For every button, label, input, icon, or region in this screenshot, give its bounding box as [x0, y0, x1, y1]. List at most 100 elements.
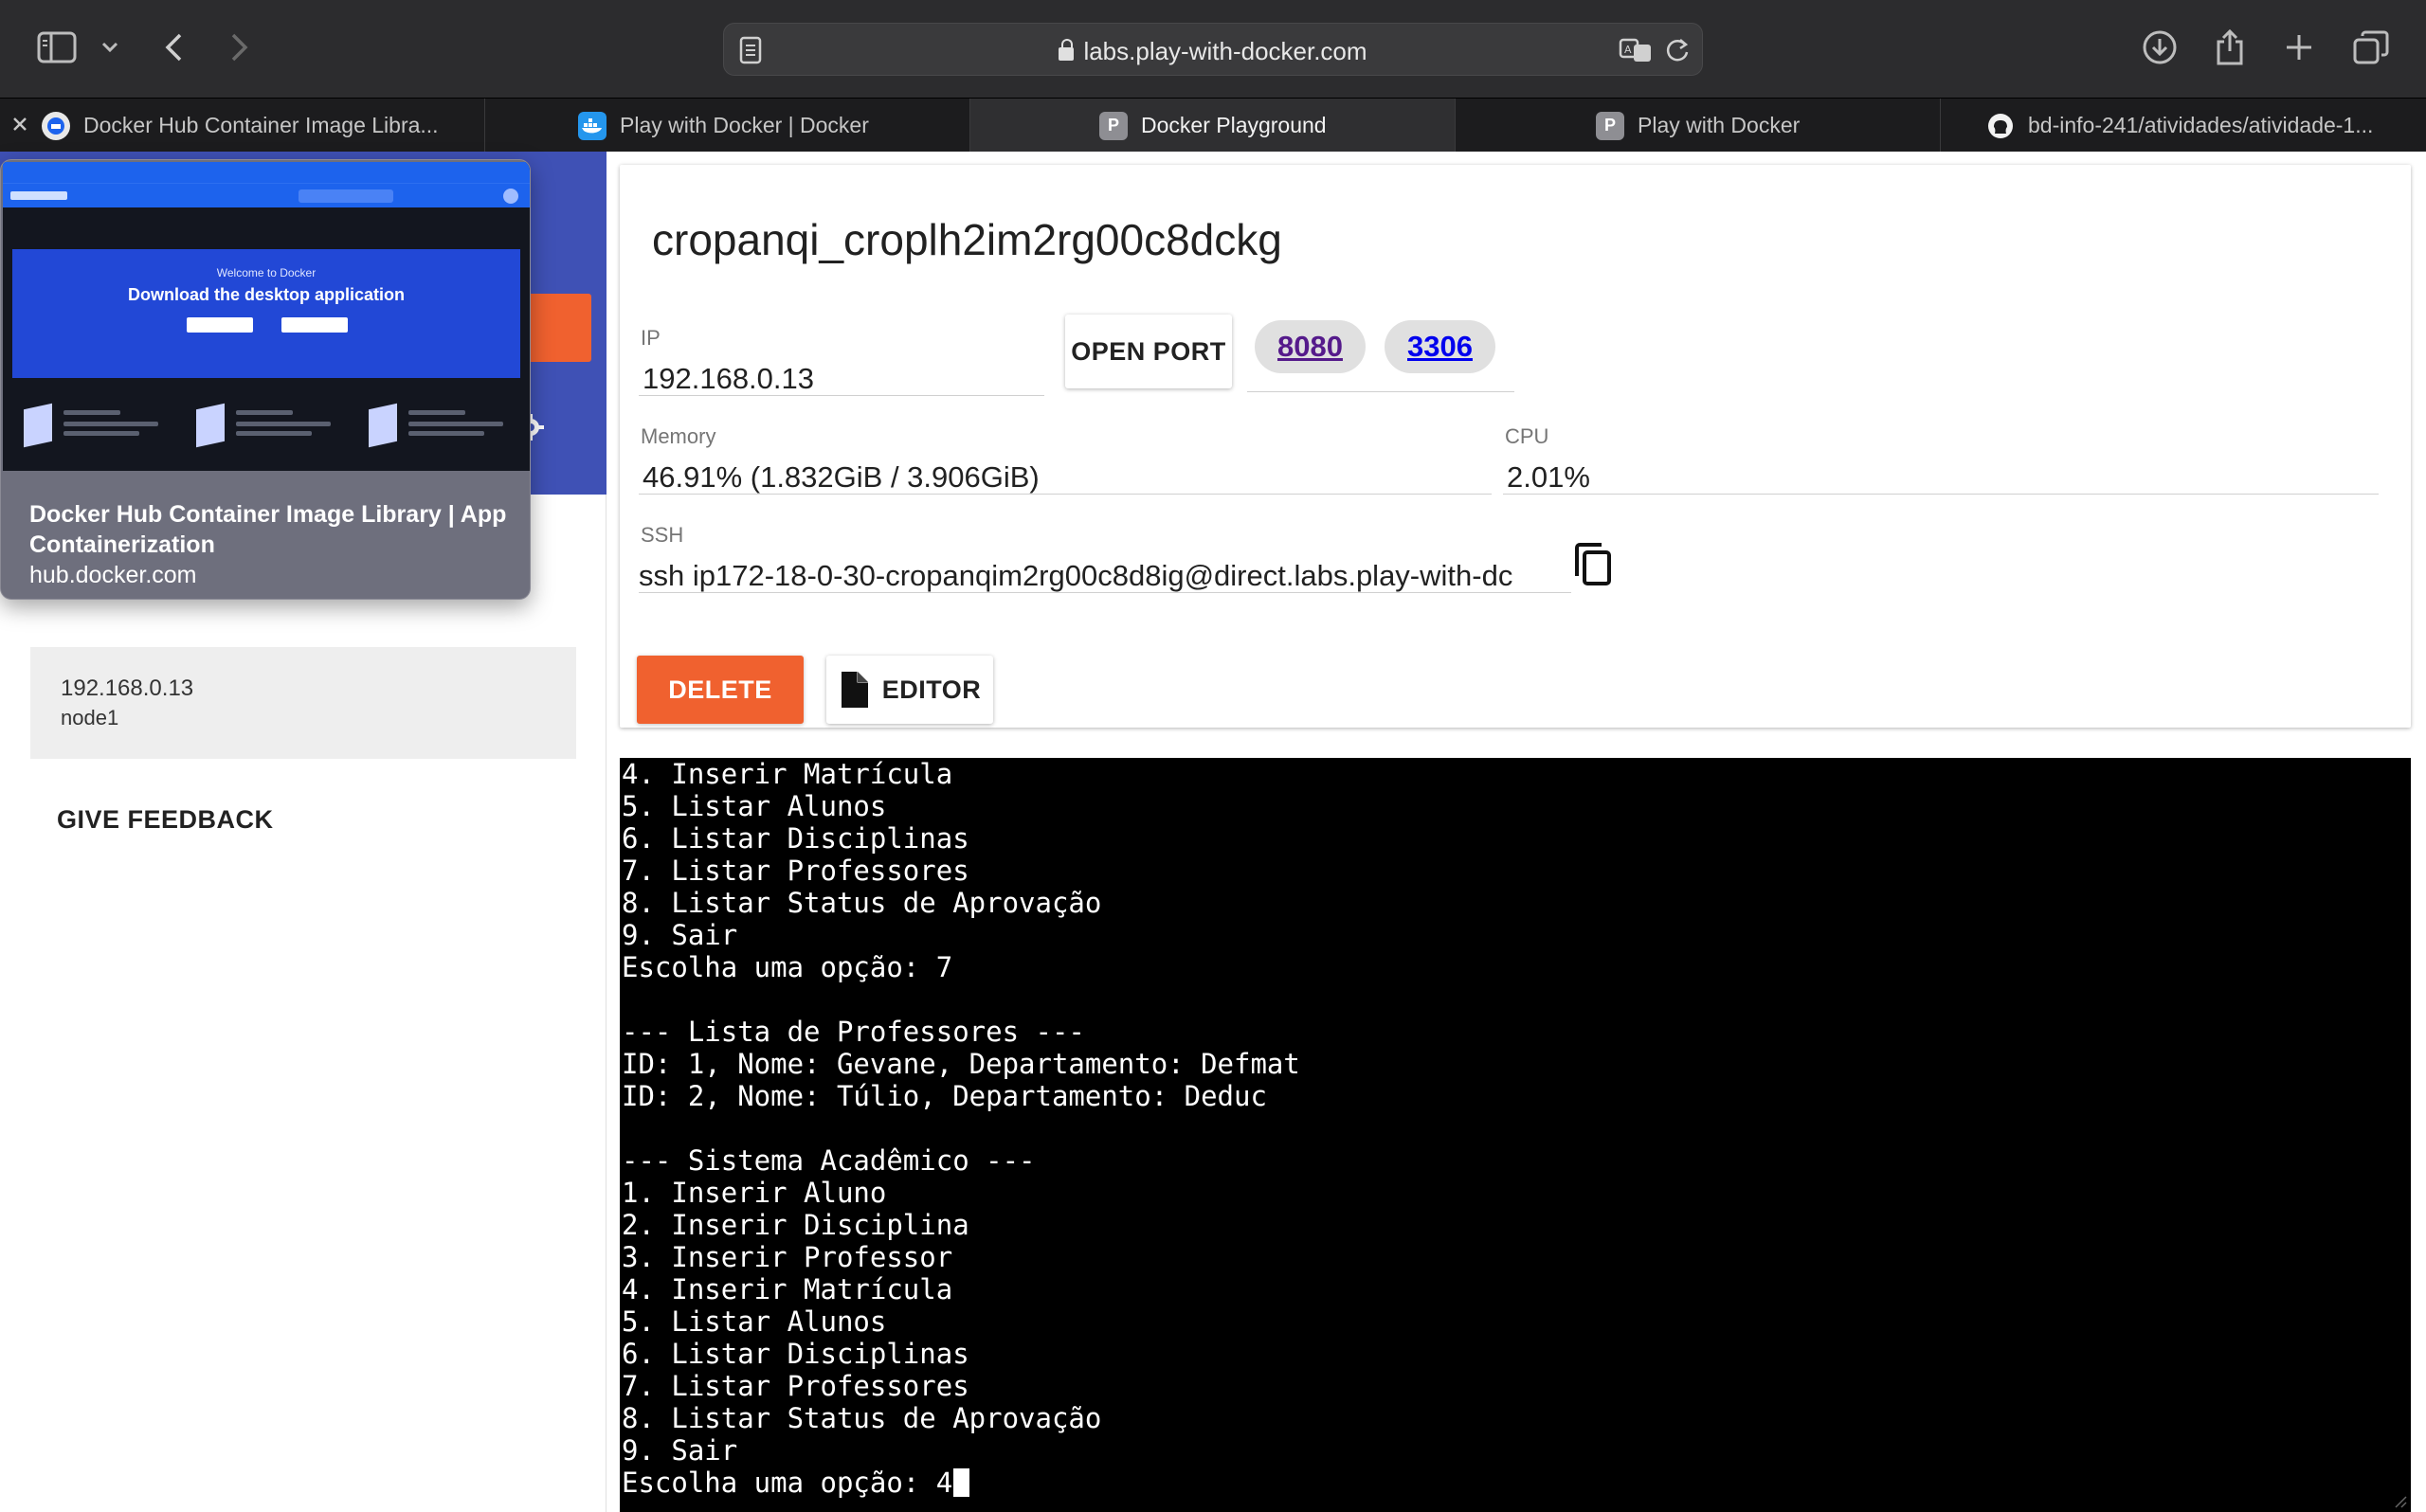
- copy-icon[interactable]: [1573, 542, 1615, 587]
- terminal[interactable]: 4. Inserir Matrícula 5. Listar Alunos 6.…: [620, 758, 2411, 1512]
- ip-field: IP 192.168.0.13: [639, 326, 1044, 396]
- forward-arrow-icon[interactable]: [216, 25, 262, 70]
- back-arrow-icon[interactable]: [152, 25, 197, 70]
- preview-domain: hub.docker.com: [29, 562, 197, 588]
- thumbnail-announcement-bar: [3, 162, 530, 183]
- browser-toolbar: labs.play-with-docker.com A: [0, 0, 2426, 98]
- translate-icon[interactable]: A: [1619, 37, 1657, 68]
- open-port-button[interactable]: OPEN PORT: [1065, 315, 1232, 388]
- cpu-label: CPU: [1505, 424, 1549, 448]
- docker-whale-icon: [578, 111, 606, 140]
- thumbnail-button: [281, 317, 348, 333]
- lock-icon: [1059, 39, 1075, 61]
- close-tab-icon[interactable]: [11, 113, 28, 138]
- sidebar: 192.168.0.13 node1 GIVE FEEDBACK Welcome…: [0, 152, 606, 1512]
- thumbnail-feature-card: [189, 399, 340, 456]
- terminal-line: 7. Listar Professores: [622, 855, 969, 887]
- download-icon[interactable]: [2137, 25, 2182, 70]
- terminal-line: 4. Inserir Matrícula: [622, 1273, 953, 1305]
- thumbnail-nav-bar: [3, 183, 530, 207]
- resize-handle-icon[interactable]: [2392, 1493, 2407, 1508]
- tab-hover-preview: Welcome to Docker Download the desktop a…: [0, 159, 531, 600]
- docker-hub-icon: [42, 111, 70, 140]
- terminal-line: 5. Listar Alunos: [622, 790, 887, 822]
- p-favicon-icon: P: [1099, 111, 1128, 140]
- terminal-line: 9. Sair: [622, 1434, 738, 1467]
- terminal-line: 8. Listar Status de Aprovação: [622, 1402, 1102, 1434]
- file-icon: [841, 672, 868, 708]
- terminal-line: 1. Inserir Aluno: [622, 1177, 887, 1209]
- ssh-field: SSH ssh ip172-18-0-30-cropanqim2rg00c8d8…: [639, 523, 1571, 593]
- terminal-line: 6. Listar Disciplinas: [622, 822, 969, 855]
- tab-title: Docker Hub Container Image Libra...: [83, 113, 439, 137]
- terminal-line: 5. Listar Alunos: [622, 1305, 887, 1338]
- terminal-prompt-text: Escolha uma opção: 4: [622, 1467, 953, 1499]
- terminal-line: 3. Inserir Professor: [622, 1241, 953, 1273]
- thumbnail-welcome-text: Welcome to Docker: [216, 266, 317, 279]
- terminal-line: 4. Inserir Matrícula: [622, 758, 953, 790]
- instance-name: node1: [61, 706, 119, 729]
- ip-value[interactable]: 192.168.0.13: [643, 362, 814, 396]
- thumbnail-headline: Download the desktop application: [127, 285, 406, 304]
- github-icon: [1986, 112, 2015, 140]
- new-tab-plus-icon[interactable]: [2276, 25, 2322, 70]
- terminal-line: ID: 1, Nome: Gevane, Departamento: Defma…: [622, 1048, 1300, 1080]
- terminal-line: 2. Inserir Disciplina: [622, 1209, 969, 1241]
- tab-title: Docker Playground: [1141, 113, 1327, 137]
- terminal-line: 9. Sair: [622, 919, 738, 951]
- address-bar[interactable]: labs.play-with-docker.com A: [723, 23, 1703, 76]
- memory-field: Memory 46.91% (1.832GiB / 3.906GiB): [639, 424, 1492, 495]
- thumbnail-hero-banner: Welcome to Docker Download the desktop a…: [12, 249, 520, 378]
- instance-hostname: cropanqi_croplh2im2rg00c8dckg: [652, 215, 1282, 264]
- preview-thumbnail: Welcome to Docker Download the desktop a…: [3, 162, 530, 471]
- give-feedback-link[interactable]: GIVE FEEDBACK: [57, 805, 274, 835]
- tab-title: Play with Docker: [1638, 113, 1801, 137]
- terminal-line: 6. Listar Disciplinas: [622, 1338, 969, 1370]
- svg-text:A: A: [1624, 44, 1632, 56]
- page: 192.168.0.13 node1 GIVE FEEDBACK Welcome…: [0, 152, 2426, 1512]
- tab-title: bd-info-241/atividades/atividade-1...: [2028, 113, 2374, 137]
- tab-overview-icon[interactable]: [2348, 25, 2394, 70]
- tab-play-with-docker-docker[interactable]: Play with Docker | Docker: [485, 99, 970, 153]
- port-8080-link[interactable]: 8080: [1255, 320, 1366, 373]
- p-favicon-icon: P: [1596, 111, 1624, 140]
- terminal-line: --- Sistema Acadêmico ---: [622, 1144, 1036, 1177]
- ip-label: IP: [641, 326, 661, 350]
- ssh-label: SSH: [641, 523, 684, 547]
- tab-play-with-docker[interactable]: P Play with Docker: [1456, 99, 1941, 153]
- share-icon[interactable]: [2207, 25, 2253, 70]
- terminal-line: 8. Listar Status de Aprovação: [622, 887, 1102, 919]
- thumbnail-feature-card: [16, 399, 168, 456]
- terminal-line: ID: 2, Nome: Túlio, Departamento: Deduc: [622, 1080, 1267, 1112]
- tab-bar: Docker Hub Container Image Libra... Play…: [0, 98, 2426, 153]
- sidebar-toggle-icon[interactable]: [34, 25, 80, 70]
- terminal-line: --- Lista de Professores ---: [622, 1016, 1085, 1048]
- url-label: labs.play-with-docker.com: [1083, 37, 1367, 65]
- url-text: labs.play-with-docker.com: [724, 37, 1702, 66]
- tab-docker-playground[interactable]: P Docker Playground: [970, 99, 1456, 153]
- delete-button[interactable]: DELETE: [637, 656, 804, 724]
- instance-list-item[interactable]: 192.168.0.13 node1: [30, 647, 576, 759]
- thumbnail-feature-card: [361, 399, 513, 456]
- terminal-line: 7. Listar Professores: [622, 1370, 969, 1402]
- thumbnail-button: [187, 317, 253, 333]
- port-3306-link[interactable]: 3306: [1385, 320, 1495, 373]
- tab-title: Play with Docker | Docker: [620, 113, 869, 137]
- memory-value[interactable]: 46.91% (1.832GiB / 3.906GiB): [643, 460, 1040, 495]
- memory-label: Memory: [641, 424, 716, 448]
- ssh-value[interactable]: ssh ip172-18-0-30-cropanqim2rg00c8d8ig@d…: [639, 559, 1571, 593]
- terminal-line: Escolha uma opção: 7: [622, 951, 953, 983]
- preview-title: Docker Hub Container Image Library | App…: [29, 501, 507, 558]
- tab-docker-hub[interactable]: Docker Hub Container Image Libra...: [0, 99, 485, 153]
- cpu-value[interactable]: 2.01%: [1507, 460, 1590, 495]
- editor-button[interactable]: EDITOR: [826, 656, 993, 724]
- tab-github[interactable]: bd-info-241/atividades/atividade-1...: [1941, 99, 2426, 153]
- instance-ip: 192.168.0.13: [61, 675, 194, 701]
- editor-label: EDITOR: [881, 675, 982, 704]
- ports-list: 8080 3306: [1247, 313, 1514, 392]
- reload-icon[interactable]: [1664, 37, 1691, 68]
- cpu-field: CPU 2.01%: [1503, 424, 2379, 495]
- chevron-down-icon[interactable]: [87, 25, 133, 70]
- instance-panel: cropanqi_croplh2im2rg00c8dckg IP 192.168…: [620, 165, 2411, 728]
- terminal-prompt-line: Escolha uma opção: 4: [622, 1467, 970, 1499]
